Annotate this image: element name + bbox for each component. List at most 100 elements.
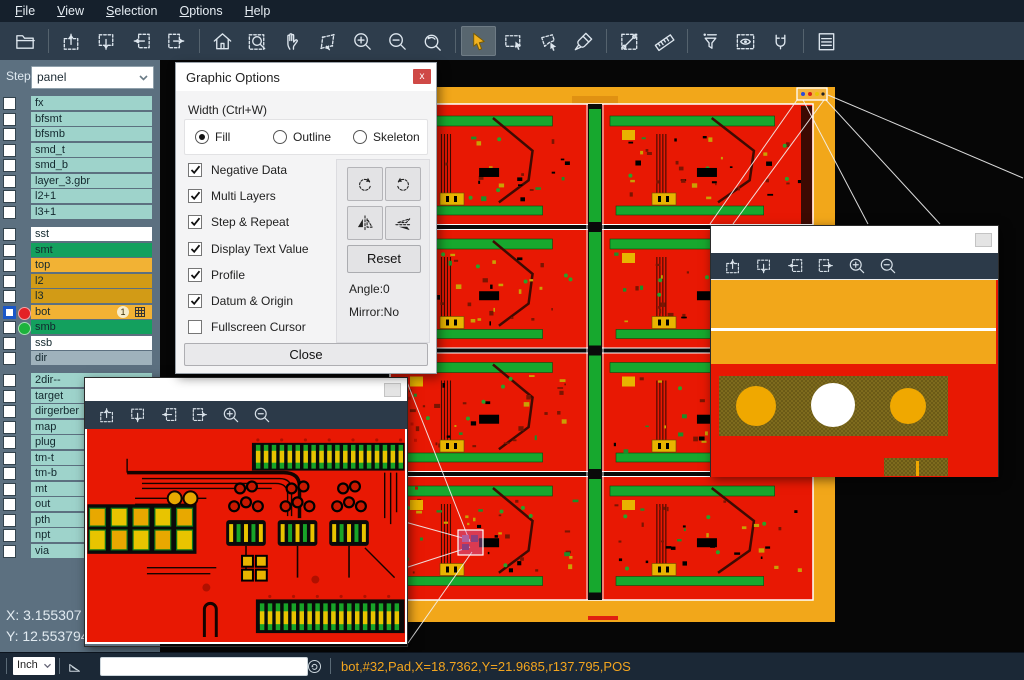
layer-checkbox[interactable] (3, 290, 16, 303)
layer-checkbox[interactable] (3, 321, 16, 334)
menu-item-file[interactable]: File (4, 0, 46, 22)
layer-checkbox[interactable] (3, 545, 16, 558)
layer-name[interactable]: l3+1 (31, 205, 152, 219)
magnifier-left-titlebar[interactable] (85, 378, 407, 401)
layer-name[interactable]: bfsmt (31, 112, 152, 126)
layer-name[interactable]: ssb (31, 336, 152, 350)
zoom-in-button[interactable] (345, 26, 380, 56)
zoom-out-button[interactable] (380, 26, 415, 56)
layer-name[interactable]: l3 (31, 289, 152, 303)
layer-checkbox[interactable] (3, 498, 16, 511)
layer-checkbox[interactable] (3, 144, 16, 157)
rotate-cw-button[interactable] (347, 167, 383, 201)
snap-button[interactable] (763, 26, 798, 56)
layer-checkbox[interactable] (3, 159, 16, 172)
move-down-button[interactable] (89, 26, 124, 56)
open-folder-button[interactable] (8, 26, 43, 56)
magnifier-left-view[interactable] (87, 429, 405, 642)
magnifier-right-view[interactable] (711, 280, 996, 476)
layer-checkbox[interactable] (3, 306, 16, 319)
checkbox-fullscreen-cursor[interactable]: Fullscreen Cursor (188, 319, 306, 335)
ruler-button[interactable] (647, 26, 682, 56)
refresh-icon[interactable] (306, 658, 323, 675)
layer-row-l3+1[interactable]: l3+1 (0, 205, 160, 219)
layer-name[interactable]: smd_b (31, 158, 152, 172)
rotate-ccw-button[interactable] (385, 167, 421, 201)
checkbox-datum-origin[interactable]: Datum & Origin (188, 293, 293, 309)
layer-checkbox[interactable] (3, 337, 16, 350)
layer-checkbox[interactable] (3, 190, 16, 203)
select-polygon-button[interactable] (531, 26, 566, 56)
layer-checkbox[interactable] (3, 483, 16, 496)
layer-row-fx[interactable]: fx (0, 96, 160, 110)
mirror-vertical-button[interactable] (385, 206, 421, 240)
layer-checkbox[interactable] (3, 97, 16, 110)
origin-corner-icon[interactable] (66, 657, 84, 675)
layer-name[interactable]: top (31, 258, 152, 272)
layer-row-smt[interactable]: smt (0, 243, 160, 257)
layer-row-ssb[interactable]: ssb (0, 336, 160, 350)
filter-button[interactable] (693, 26, 728, 56)
magnifier-left-menu-button[interactable] (384, 383, 401, 397)
layer-row-top[interactable]: top (0, 258, 160, 272)
layer-row-smd_t[interactable]: smd_t (0, 143, 160, 157)
layer-row-bfsmt[interactable]: bfsmt (0, 112, 160, 126)
zoom-out-button[interactable] (872, 254, 903, 278)
pan-right-button[interactable] (184, 403, 215, 427)
menu-item-view[interactable]: View (46, 0, 95, 22)
mirror-horizontal-button[interactable] (347, 206, 383, 240)
select-rectangle-button[interactable] (496, 26, 531, 56)
layer-checkbox[interactable] (3, 529, 16, 542)
layers-panel-button[interactable] (809, 26, 844, 56)
select-button[interactable] (461, 26, 496, 56)
layer-checkbox[interactable] (3, 421, 16, 434)
zoom-in-button[interactable] (841, 254, 872, 278)
pan-up-button[interactable] (717, 254, 748, 278)
checkbox-negative-data[interactable]: Negative Data (188, 162, 287, 178)
layer-checkbox[interactable] (3, 452, 16, 465)
step-select[interactable]: panel (31, 66, 154, 89)
layer-name[interactable]: smb (31, 320, 152, 334)
brush-button[interactable] (566, 26, 601, 56)
layer-name[interactable]: smt (31, 243, 152, 257)
layer-checkbox[interactable] (3, 275, 16, 288)
checkbox-profile[interactable]: Profile (188, 267, 245, 283)
unit-select[interactable]: Inch (13, 657, 55, 675)
layer-checkbox[interactable] (3, 352, 16, 365)
layer-checkbox[interactable] (3, 206, 16, 219)
pan-down-button[interactable] (748, 254, 779, 278)
layer-checkbox[interactable] (3, 228, 16, 241)
zoom-in-button[interactable] (215, 403, 246, 427)
layer-name[interactable]: fx (31, 96, 152, 110)
zoom-window-button[interactable] (240, 26, 275, 56)
layer-checkbox[interactable] (3, 405, 16, 418)
layer-name[interactable]: bfsmb (31, 127, 152, 141)
layer-row-bot[interactable]: bot1 (0, 305, 160, 319)
zoom-previous-button[interactable] (415, 26, 450, 56)
measure-button[interactable] (612, 26, 647, 56)
layer-name[interactable]: dir (31, 351, 152, 365)
checkbox-multi-layers[interactable]: Multi Layers (188, 188, 276, 204)
layer-checkbox[interactable] (3, 175, 16, 188)
move-right-button[interactable] (159, 26, 194, 56)
pan-up-button[interactable] (91, 403, 122, 427)
layer-checkbox[interactable] (3, 128, 16, 141)
menu-item-selection[interactable]: Selection (95, 0, 168, 22)
layer-checkbox[interactable] (3, 259, 16, 272)
menu-item-help[interactable]: Help (234, 0, 282, 22)
view-options-button[interactable] (728, 26, 763, 56)
layer-row-smd_b[interactable]: smd_b (0, 158, 160, 172)
magnifier-right-titlebar[interactable] (711, 226, 998, 253)
layer-row-l2[interactable]: l2 (0, 274, 160, 288)
close-button[interactable]: Close (184, 343, 428, 366)
radio-fill[interactable]: Fill (195, 130, 230, 144)
layer-name[interactable]: sst (31, 227, 152, 241)
layer-checkbox[interactable] (3, 374, 16, 387)
move-view-button[interactable] (310, 26, 345, 56)
command-input[interactable] (100, 657, 308, 676)
layer-checkbox[interactable] (3, 436, 16, 449)
layer-name[interactable]: l2+1 (31, 189, 152, 203)
zoom-out-button[interactable] (246, 403, 277, 427)
checkbox-step-repeat[interactable]: Step & Repeat (188, 214, 289, 230)
dialog-titlebar[interactable]: Graphic Options x (176, 63, 436, 91)
